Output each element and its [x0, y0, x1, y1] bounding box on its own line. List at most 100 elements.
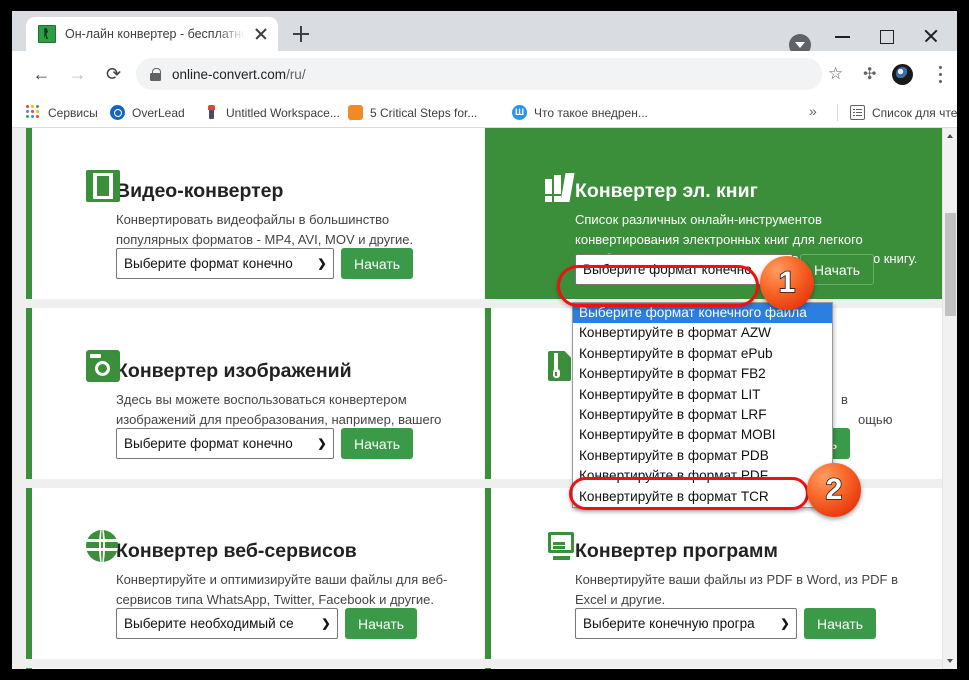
close-icon[interactable] [249, 22, 273, 46]
desc-fragment: ощью [858, 411, 893, 427]
extensions-icon[interactable]: ✣ [863, 64, 876, 84]
select-value: Выберите формат конечно [124, 256, 293, 271]
card-description: Конвертировать видеофайлы в большинство … [116, 212, 414, 247]
url-text: online-convert.com/ru/ [172, 67, 306, 82]
dropdown-option[interactable]: Конвертируйте в формат TCR [573, 487, 832, 507]
bookmark-star-icon[interactable]: ☆ [828, 64, 843, 84]
reading-list-icon [850, 105, 865, 120]
new-tab-button[interactable] [288, 21, 314, 47]
camera-icon [86, 350, 120, 382]
bookmark-label: Untitled Workspace... [226, 105, 340, 120]
badge-number: 1 [778, 266, 796, 299]
select-value: Выберите формат конечно [124, 436, 293, 451]
bookmark-untitled-workspace[interactable]: Untitled Workspace... [204, 102, 340, 123]
bookmark-critical-steps[interactable]: 5 Critical Steps for... [348, 102, 477, 123]
address-bar[interactable]: online-convert.com/ru/ [136, 58, 822, 90]
url-path: /ru/ [286, 66, 306, 82]
bookmarks-overflow-button[interactable]: » [809, 103, 817, 119]
select-value: Выберите конечную програ [583, 616, 755, 631]
annotation-badge-2: 2 [807, 463, 861, 517]
annotation-badge-1: 1 [760, 256, 814, 310]
dropdown-option[interactable]: Конвертируйте в формат FB2 [573, 364, 832, 384]
start-button[interactable]: Начать [341, 248, 414, 279]
chevron-down-icon: ❯ [780, 618, 790, 630]
browser-tab[interactable]: Он-лайн конвертер - бесплатно [26, 17, 278, 51]
badge-number: 2 [825, 473, 843, 506]
screenshot-frame: Он-лайн конвертер - бесплатно ← → ⟳ onli… [0, 0, 969, 680]
chat-bubble-icon [348, 105, 363, 121]
card-software-converter[interactable]: Конвертер программ Конвертируйте ваши фа… [485, 488, 943, 659]
tab-strip: Он-лайн конвертер - бесплатно [12, 11, 957, 56]
start-button[interactable]: Начать [804, 608, 877, 639]
scroll-down-icon[interactable] [943, 653, 957, 669]
card-web-service-converter[interactable]: Конвертер веб-сервисов Конвертируйте и о… [26, 488, 484, 659]
dropdown-option[interactable]: Конвертируйте в формат PDB [573, 446, 832, 466]
ebook-format-dropdown[interactable]: Выберите формат конечного файла Конвертир… [572, 302, 833, 508]
card-image-converter[interactable]: Конвертер изображений Здесь вы можете во… [26, 308, 484, 479]
back-icon[interactable]: ← [26, 59, 57, 90]
forward-icon[interactable]: → [62, 59, 93, 90]
card-body: Видео-конвертер Конвертировать видеофайл… [116, 179, 462, 249]
card-title: Конвертер изображений [116, 360, 352, 382]
books-icon [545, 170, 579, 202]
bookmark-overlead[interactable]: OverLead [110, 102, 185, 123]
card-next-row-right[interactable] [485, 668, 943, 669]
card-controls: Выберите конечную програ ❯ Начать [575, 608, 877, 639]
start-button[interactable]: Начать [341, 428, 414, 459]
card-ebook-converter[interactable]: Конвертер эл. книг Список различных онла… [485, 128, 943, 299]
card-body: Конвертер программ Конвертируйте ваши фа… [575, 539, 921, 609]
converter-favicon [38, 25, 56, 43]
reading-list-label: Список для чтения [872, 105, 957, 120]
dropdown-option[interactable]: Конвертируйте в формат LRF [573, 405, 832, 425]
card-title: Конвертер эл. книг [575, 180, 758, 202]
card-video-converter[interactable]: Видео-конвертер Конвертировать видеофайл… [26, 128, 484, 299]
url-host: online-convert.com [172, 66, 287, 82]
format-select[interactable]: Выберите формат конечно ❯ [116, 428, 334, 459]
program-select[interactable]: Выберите конечную програ ❯ [575, 608, 797, 639]
dropdown-option[interactable]: Конвертируйте в формат LIT [573, 385, 832, 405]
service-select[interactable]: Выберите необходимый се ❯ [116, 608, 338, 639]
card-description: Конвертируйте ваши файлы из PDF в Word, … [575, 572, 899, 607]
bookmarks-bar: Сервисы OverLead Untitled Workspace... 5… [12, 98, 957, 128]
format-select[interactable]: Выберите формат конечно ❯ [116, 248, 334, 279]
bookmark-chto-takoe[interactable]: Ш Что такое внедрен... [512, 102, 648, 123]
dropdown-option[interactable]: Конвертируйте в формат PDF [573, 466, 832, 486]
dropdown-option[interactable]: Конвертируйте в формат MOBI [573, 425, 832, 445]
card-controls: Выберите формат конечно ❯ Начать [116, 248, 414, 279]
card-controls: Выберите формат конечно ❯ Начать [116, 428, 414, 459]
title-fragment: в [841, 392, 848, 407]
reload-icon[interactable]: ⟳ [98, 59, 129, 90]
cards-column-left: Видео-конвертер Конвертировать видеофайл… [26, 128, 484, 669]
bookmark-services[interactable]: Сервисы [26, 102, 98, 123]
dropdown-option[interactable]: Конвертируйте в формат AZW [573, 323, 832, 343]
minimize-button[interactable] [821, 21, 865, 51]
scrollbar-thumb[interactable] [945, 213, 956, 316]
card-next-row-left[interactable] [26, 668, 484, 669]
card-title: Конвертер веб-сервисов [116, 540, 357, 562]
dropdown-option[interactable]: Конвертируйте в формат ePub [573, 344, 832, 364]
globe-icon [86, 530, 118, 562]
chevron-down-icon: ❯ [321, 618, 331, 630]
browser-toolbar: ← → ⟳ online-convert.com/ru/ ☆ ✣ [12, 51, 957, 98]
card-body: Конвертер веб-сервисов Конвертируйте и о… [116, 539, 462, 609]
page-scrollbar[interactable] [942, 128, 957, 669]
apps-grid-icon [26, 105, 41, 120]
maximize-button[interactable] [865, 21, 909, 51]
chrome-menu-icon[interactable] [932, 62, 950, 87]
card-description: Конвертируйте и оптимизируйте ваши файлы… [116, 572, 448, 607]
w-circle-icon: Ш [512, 105, 527, 120]
workspace-icon [204, 105, 219, 120]
start-button[interactable]: Начать [345, 608, 418, 639]
window-close-button[interactable] [909, 21, 953, 51]
card-title: Видео-конвертер [116, 180, 284, 202]
page-content: Видео-конвертер Конвертировать видеофайл… [12, 128, 943, 669]
reading-list-button[interactable]: Список для чтения [850, 102, 957, 123]
overlead-icon [110, 105, 125, 120]
card-controls: Выберите формат конечно ❯ Начать [575, 254, 875, 285]
scroll-up-icon[interactable] [943, 128, 957, 144]
avatar[interactable] [892, 64, 913, 85]
monitor-icon [545, 530, 579, 562]
chevron-down-icon: ❯ [317, 258, 327, 270]
browser-window: Он-лайн конвертер - бесплатно ← → ⟳ onli… [12, 11, 957, 669]
lock-icon [150, 67, 161, 81]
